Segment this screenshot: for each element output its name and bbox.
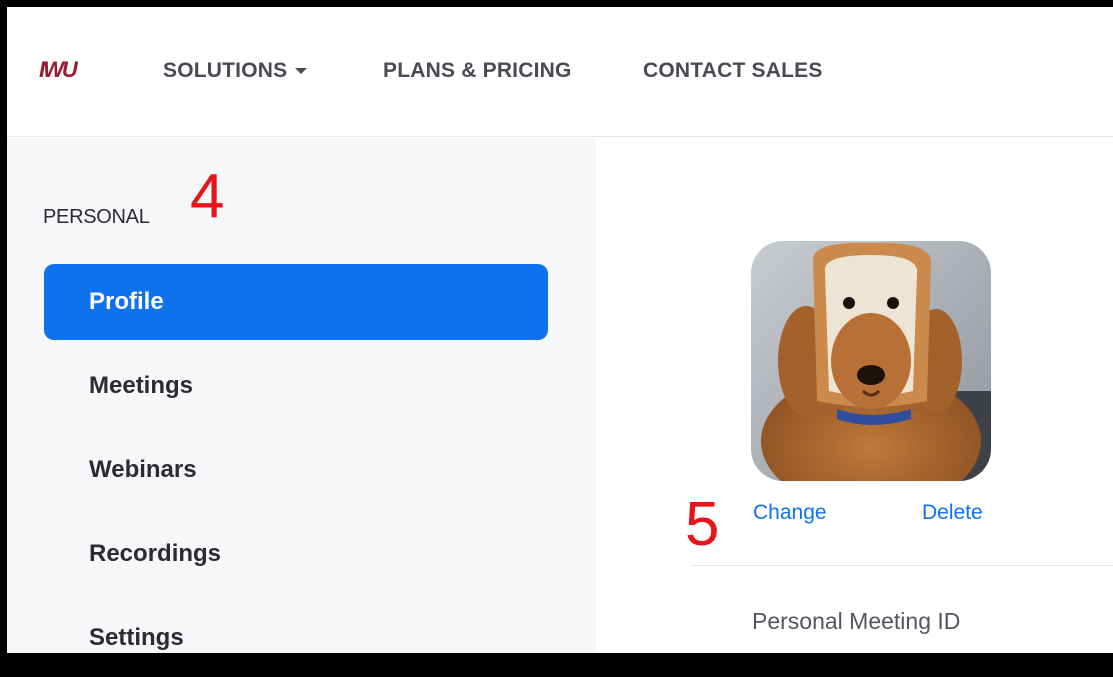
profile-main: Change Delete Personal Meeting ID — [596, 138, 1113, 653]
profile-avatar — [751, 241, 991, 481]
dog-photo — [751, 241, 991, 481]
change-photo-link[interactable]: Change — [753, 501, 827, 525]
nav-contact-sales[interactable]: CONTACT SALES — [643, 59, 823, 83]
sidebar-item-meetings[interactable]: Meetings — [44, 348, 548, 424]
nav-solutions[interactable]: SOLUTIONS — [163, 59, 308, 83]
divider — [691, 565, 1113, 566]
sidebar-item-profile[interactable]: Profile — [44, 264, 548, 340]
sidebar-item-recordings[interactable]: Recordings — [44, 516, 548, 592]
annotation-number-4: 4 — [190, 162, 225, 231]
top-navigation: IWU SOLUTIONS PLANS & PRICING CONTACT SA… — [7, 7, 1113, 137]
sidebar: PERSONAL Profile Meetings Webinars Recor… — [7, 138, 596, 653]
nav-plans-pricing[interactable]: PLANS & PRICING — [383, 59, 572, 83]
browser-viewport: IWU SOLUTIONS PLANS & PRICING CONTACT SA… — [7, 7, 1113, 653]
delete-photo-link[interactable]: Delete — [922, 501, 983, 525]
sidebar-section-personal: PERSONAL — [43, 206, 150, 228]
sidebar-item-settings[interactable]: Settings — [44, 600, 548, 653]
caret-down-icon — [295, 68, 308, 75]
nav-solutions-label: SOLUTIONS — [163, 59, 288, 82]
annotation-number-5: 5 — [685, 490, 720, 559]
sidebar-item-webinars[interactable]: Webinars — [44, 432, 548, 508]
personal-meeting-id-label: Personal Meeting ID — [752, 608, 961, 634]
logo[interactable]: IWU — [39, 59, 83, 81]
